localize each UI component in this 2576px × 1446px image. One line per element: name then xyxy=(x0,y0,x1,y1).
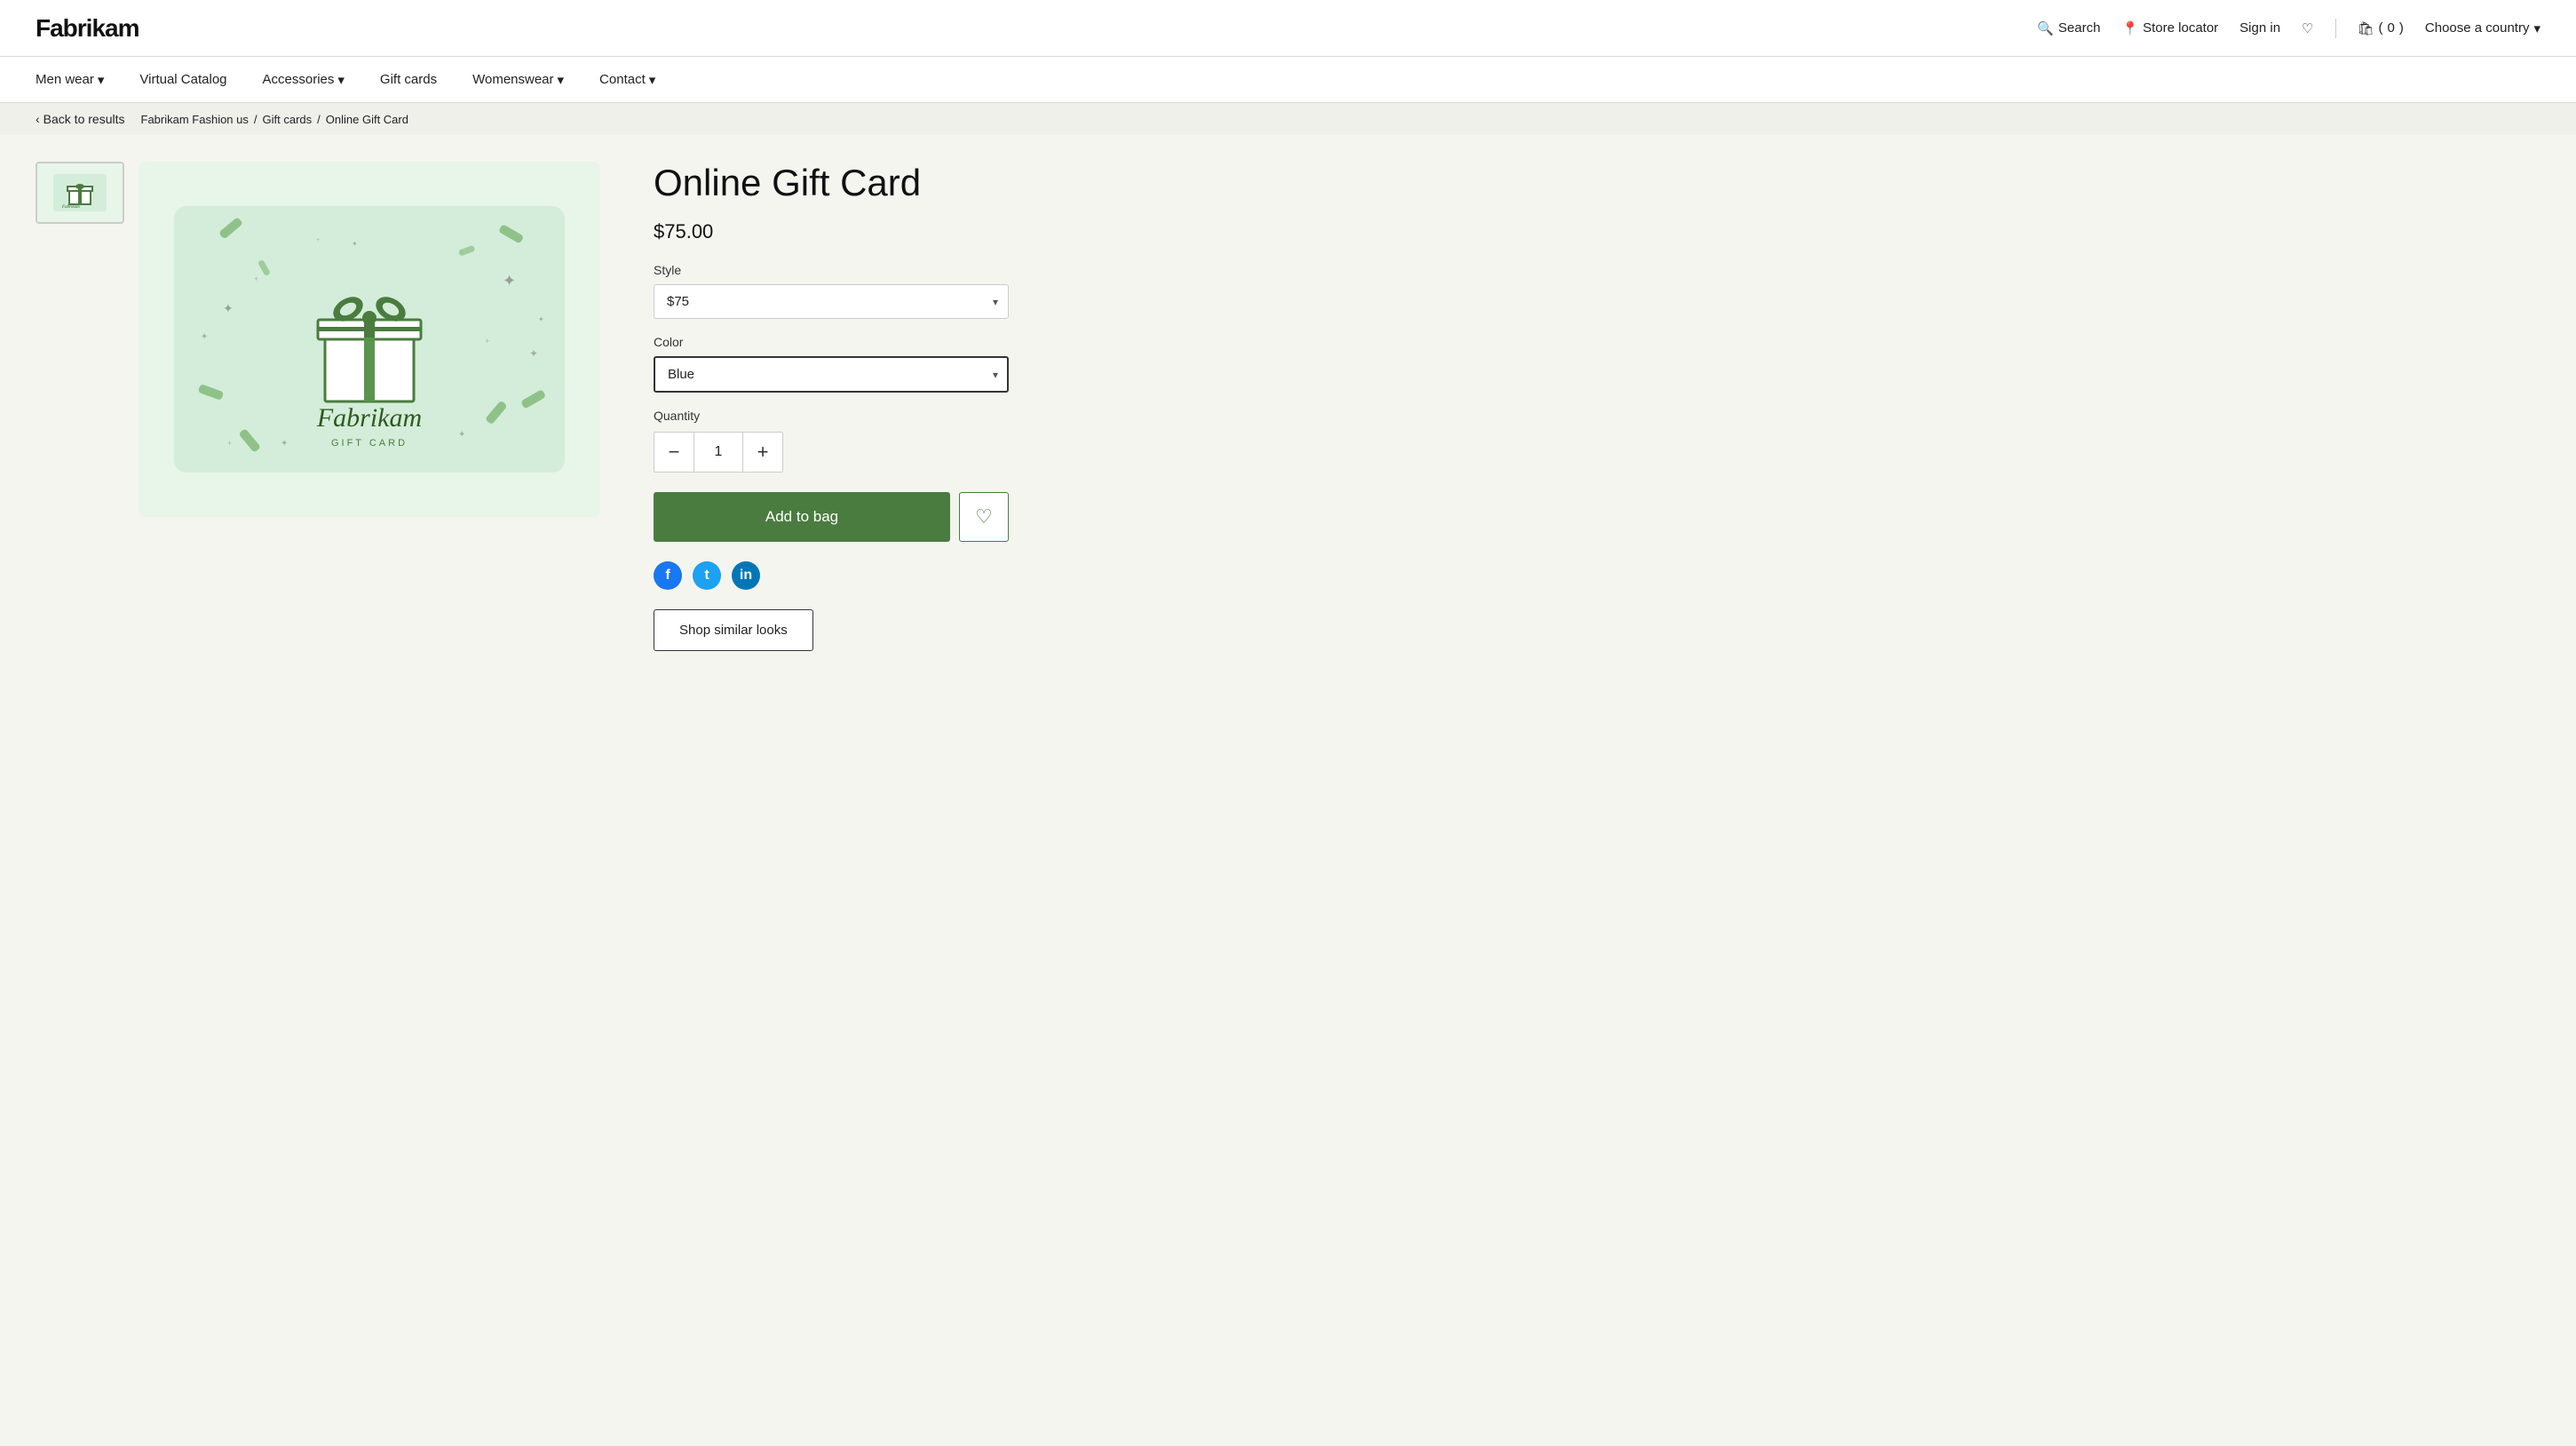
chevron-down-icon: ▾ xyxy=(2533,20,2540,36)
svg-text:✦: ✦ xyxy=(529,347,538,360)
linkedin-share-button[interactable]: in xyxy=(732,561,760,590)
search-link[interactable]: 🔍 Search xyxy=(2037,20,2100,36)
style-select-wrap: $25 $50 $75 $100 $150 $200 ▾ xyxy=(654,284,1009,319)
shop-similar-button[interactable]: Shop similar looks xyxy=(654,609,813,651)
svg-text:✦: ✦ xyxy=(281,439,288,449)
style-select[interactable]: $25 $50 $75 $100 $150 $200 xyxy=(654,284,1009,319)
quantity-decrement-button[interactable]: − xyxy=(654,433,694,472)
wishlist-icon[interactable]: ♡ xyxy=(2302,20,2313,36)
bag-link[interactable]: 🛍 (0) xyxy=(2358,20,2404,36)
color-select-wrap: Blue Green Red Gold ▾ xyxy=(654,356,1009,393)
svg-text:✦: ✦ xyxy=(538,315,544,323)
store-locator-link[interactable]: 📍 Store locator xyxy=(2121,20,2218,36)
chevron-left-icon: ‹ xyxy=(36,112,40,126)
quantity-increment-button[interactable]: + xyxy=(743,433,782,472)
header-actions: 🔍 Search 📍 Store locator Sign in ♡ 🛍 (0)… xyxy=(2037,19,2540,38)
linkedin-icon: in xyxy=(740,568,752,584)
add-to-bag-row: Add to bag ♡ xyxy=(654,492,1009,542)
main-content: Fabrikam ✦ ✦ ✦ ✦ xyxy=(0,135,2576,1442)
chevron-down-icon: ▾ xyxy=(558,72,565,88)
svg-text:+: + xyxy=(316,237,320,243)
color-select[interactable]: Blue Green Red Gold xyxy=(654,356,1009,393)
svg-text:+: + xyxy=(227,439,232,448)
product-main-image: ✦ ✦ ✦ ✦ ✦ ✦ ✦ ✦ + + + + xyxy=(139,162,600,517)
choose-country-link[interactable]: Choose a country ▾ xyxy=(2425,20,2540,36)
bag-icon: 🛍 xyxy=(2358,20,2374,36)
chevron-down-icon: ▾ xyxy=(98,72,105,88)
quantity-label: Quantity xyxy=(654,409,1009,423)
chevron-down-icon: ▾ xyxy=(649,72,656,88)
product-price: $75.00 xyxy=(654,220,1009,243)
header: Fabrikam 🔍 Search 📍 Store locator Sign i… xyxy=(0,0,2576,57)
quantity-value: 1 xyxy=(694,433,743,472)
svg-text:Fabrikam: Fabrikam xyxy=(316,403,422,433)
nav-item-accessories[interactable]: Accessories ▾ xyxy=(263,72,345,88)
product-gallery: Fabrikam ✦ ✦ ✦ ✦ xyxy=(36,162,600,1416)
social-share-row: f t in xyxy=(654,561,1009,590)
svg-text:+: + xyxy=(485,337,489,346)
main-nav: Men wear ▾ Virtual Catalog Accessories ▾… xyxy=(0,57,2576,103)
breadcrumb-home[interactable]: Fabrikam Fashion us xyxy=(141,113,249,126)
svg-text:✦: ✦ xyxy=(352,240,358,248)
nav-item-contact[interactable]: Contact ▾ xyxy=(599,72,655,88)
location-icon: 📍 xyxy=(2121,20,2138,36)
svg-text:✦: ✦ xyxy=(223,301,234,315)
product-title: Online Gift Card xyxy=(654,162,1009,204)
svg-text:✦: ✦ xyxy=(458,430,465,440)
svg-text:✦: ✦ xyxy=(201,332,208,342)
gift-card-image: ✦ ✦ ✦ ✦ ✦ ✦ ✦ ✦ + + + + xyxy=(174,206,565,473)
nav-item-virtual-catalog[interactable]: Virtual Catalog xyxy=(139,72,226,87)
svg-text:GIFT CARD: GIFT CARD xyxy=(331,438,408,449)
svg-text:✦: ✦ xyxy=(503,272,516,290)
breadcrumb-current: Online Gift Card xyxy=(326,113,408,126)
twitter-share-button[interactable]: t xyxy=(693,561,721,590)
add-to-bag-button[interactable]: Add to bag xyxy=(654,492,950,542)
heart-icon: ♡ xyxy=(975,505,993,528)
sign-in-link[interactable]: Sign in xyxy=(2239,20,2280,36)
breadcrumb: ‹ Back to results Fabrikam Fashion us / … xyxy=(0,103,2576,135)
facebook-icon: f xyxy=(665,568,670,584)
twitter-icon: t xyxy=(704,568,709,584)
nav-item-giftcards[interactable]: Gift cards xyxy=(380,72,437,87)
header-divider xyxy=(2335,19,2336,38)
style-label: Style xyxy=(654,263,1009,277)
facebook-share-button[interactable]: f xyxy=(654,561,682,590)
breadcrumb-separator: / xyxy=(317,113,321,126)
thumbnail-column: Fabrikam xyxy=(36,162,124,1416)
back-to-results-link[interactable]: ‹ Back to results xyxy=(36,112,125,126)
add-to-wishlist-button[interactable]: ♡ xyxy=(959,492,1009,542)
chevron-down-icon: ▾ xyxy=(337,72,345,88)
breadcrumb-category[interactable]: Gift cards xyxy=(263,113,313,126)
product-details: Online Gift Card $75.00 Style $25 $50 $7… xyxy=(636,162,1009,1416)
product-thumbnail[interactable]: Fabrikam xyxy=(36,162,124,224)
search-icon: 🔍 xyxy=(2037,20,2054,36)
breadcrumb-separator: / xyxy=(254,113,258,126)
brand-logo[interactable]: Fabrikam xyxy=(36,14,139,43)
nav-item-womenswear[interactable]: Womenswear ▾ xyxy=(472,72,564,88)
quantity-row: − 1 + xyxy=(654,432,783,473)
svg-text:+: + xyxy=(254,274,258,283)
nav-item-menwear[interactable]: Men wear ▾ xyxy=(36,72,104,88)
color-label: Color xyxy=(654,335,1009,349)
svg-text:Fabrikam: Fabrikam xyxy=(61,205,80,210)
thumbnail-image: Fabrikam xyxy=(53,174,107,211)
